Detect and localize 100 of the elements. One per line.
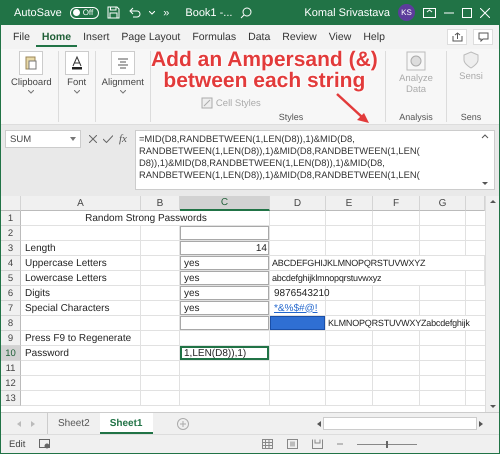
row-header[interactable]: 1: [1, 211, 21, 226]
row-header[interactable]: 2: [1, 226, 21, 241]
row-header[interactable]: 11: [1, 361, 21, 376]
ribbon-tab[interactable]: Formulas: [186, 27, 242, 47]
table-cell: Special Characters: [21, 301, 141, 316]
scroll-down-icon[interactable]: [488, 404, 496, 410]
close-icon[interactable]: [480, 8, 490, 18]
table-cell: [270, 361, 326, 376]
row-header[interactable]: 6: [1, 286, 21, 301]
table-cell: Length: [21, 241, 141, 256]
table-cell: 1,LEN(D8)),1): [180, 346, 270, 361]
page-layout-icon[interactable]: [287, 439, 298, 449]
undo-icon[interactable]: [128, 6, 142, 18]
table-cell: [270, 376, 326, 391]
table-cell: [420, 211, 466, 226]
table-cell: yes: [180, 301, 270, 316]
check-icon[interactable]: [103, 135, 113, 143]
horizontal-scrollbar[interactable]: [323, 417, 477, 430]
name-box[interactable]: SUM: [5, 130, 81, 148]
ribbon-tab[interactable]: Insert: [77, 27, 116, 47]
table-cell: abcdefghijklmnopqrstuvwxyz: [270, 271, 420, 286]
row-header[interactable]: 12: [1, 376, 21, 391]
table-cell: 14: [180, 241, 270, 256]
font-button[interactable]: Font: [62, 51, 91, 94]
table-cell: [141, 301, 180, 316]
table-cell: [326, 391, 373, 406]
save-icon[interactable]: [107, 6, 120, 19]
row-header[interactable]: 5: [1, 271, 21, 286]
caret-icon[interactable]: [149, 10, 156, 14]
table-cell: [326, 361, 373, 376]
scroll-right-icon[interactable]: [477, 420, 485, 428]
table-cell: [420, 331, 466, 346]
table-cell: [326, 241, 373, 256]
table-cell: [373, 226, 420, 241]
table-cell: KLMNOPQRSTUVWXYZabcdefghijk: [326, 316, 485, 331]
column-header[interactable]: F: [373, 196, 420, 211]
ribbon-tab[interactable]: Review: [276, 27, 323, 47]
normal-view-icon[interactable]: [262, 439, 273, 449]
table-cell: [141, 271, 180, 286]
table-cell: [326, 331, 373, 346]
macro-icon: [39, 439, 52, 449]
column-header[interactable]: E: [326, 196, 373, 211]
clipboard-button[interactable]: Clipboard: [9, 51, 54, 94]
status-mode: Edit: [9, 438, 26, 450]
scroll-up-icon[interactable]: [488, 198, 496, 204]
table-cell: [270, 211, 326, 226]
row-header[interactable]: 7: [1, 301, 21, 316]
scroll-down-icon[interactable]: [481, 181, 489, 187]
table-cell: [141, 226, 180, 241]
table-cell: [373, 241, 420, 256]
ribbon-tab[interactable]: View: [322, 27, 358, 47]
ribbon-tab[interactable]: Data: [242, 27, 276, 47]
table-cell: Press F9 to Regenerate: [21, 331, 141, 346]
user-avatar[interactable]: KS: [398, 4, 415, 21]
table-cell: [373, 286, 420, 301]
column-header[interactable]: B: [141, 196, 180, 211]
comment-icon: [478, 32, 488, 42]
row-header[interactable]: 9: [1, 331, 21, 346]
comments-button[interactable]: [473, 29, 493, 45]
row-header[interactable]: 13: [1, 391, 21, 406]
ribbon-display-icon[interactable]: [423, 8, 436, 18]
row-header[interactable]: 3: [1, 241, 21, 256]
ribbon-tab[interactable]: Home: [36, 27, 78, 47]
table-cell: [373, 361, 420, 376]
table-cell: Digits: [21, 286, 141, 301]
column-header[interactable]: C: [180, 196, 270, 211]
ribbon-tab[interactable]: Page Layout: [115, 27, 186, 47]
share-button[interactable]: [447, 29, 467, 45]
group-label: Analysis: [399, 112, 433, 122]
column-header[interactable]: G: [420, 196, 466, 211]
row-header[interactable]: 4: [1, 256, 21, 271]
search-icon[interactable]: [240, 6, 252, 18]
sheet-tab[interactable]: Sheet2: [48, 413, 100, 434]
row-header[interactable]: 8: [1, 316, 21, 331]
cancel-icon[interactable]: [89, 135, 97, 143]
column-header[interactable]: A: [21, 196, 141, 211]
autosave-toggle[interactable]: Off: [70, 6, 100, 18]
table-cell: [326, 346, 373, 361]
column-header[interactable]: D: [270, 196, 326, 211]
sheet-tab[interactable]: Sheet1: [100, 413, 152, 434]
more-commands[interactable]: »: [163, 6, 170, 18]
table-cell: [420, 361, 466, 376]
row-header[interactable]: 10: [1, 346, 21, 361]
insert-function-button[interactable]: fx: [119, 133, 127, 145]
table-cell: Uppercase Letters: [21, 256, 141, 271]
ribbon-tab[interactable]: File: [7, 27, 36, 47]
ribbon-tab[interactable]: Help: [357, 27, 391, 47]
group-label: Styles: [278, 112, 304, 122]
scroll-left-icon[interactable]: [315, 420, 323, 428]
alignment-button[interactable]: Alignment: [100, 51, 146, 94]
scroll-up-icon[interactable]: [481, 133, 489, 139]
page-break-icon[interactable]: [312, 439, 323, 449]
table-cell: [141, 331, 180, 346]
table-cell: [420, 376, 466, 391]
zoom-out-icon[interactable]: [337, 441, 343, 447]
maximize-icon[interactable]: [462, 8, 472, 18]
table-cell: [420, 301, 466, 316]
table-cell: [270, 241, 326, 256]
vertical-scrollbar[interactable]: [485, 196, 499, 412]
table-cell: [270, 331, 326, 346]
